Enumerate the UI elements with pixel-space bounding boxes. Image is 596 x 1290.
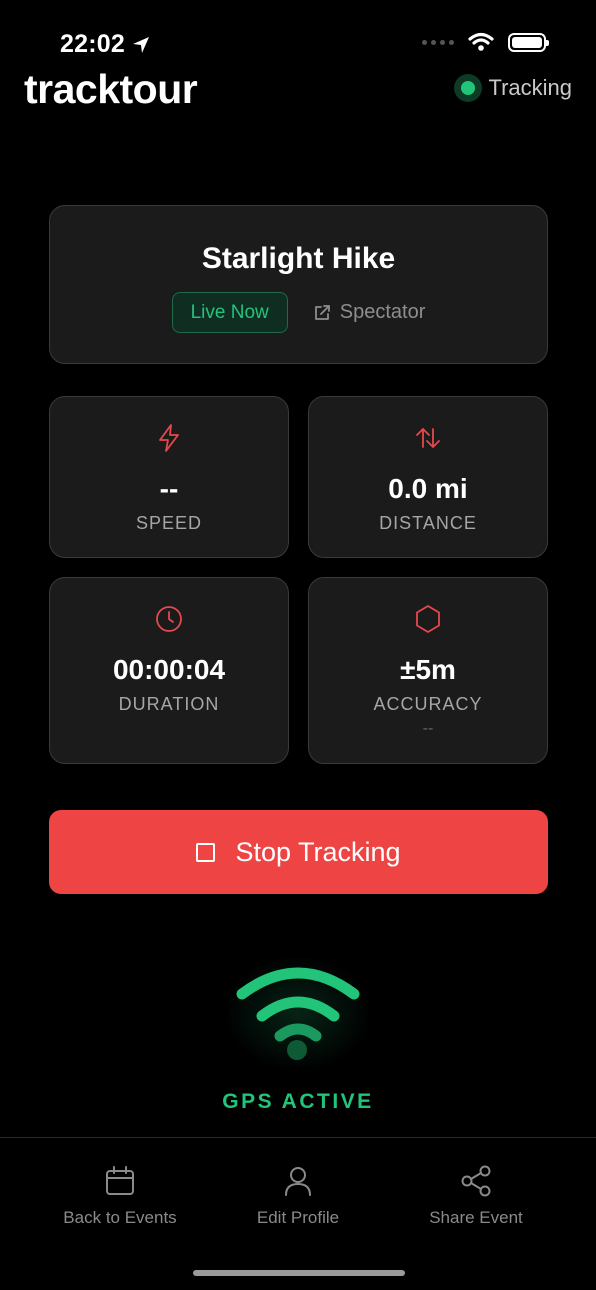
arrows-swap-icon: [416, 428, 440, 448]
location-arrow-icon: [132, 36, 149, 53]
external-link-icon: [314, 304, 330, 320]
status-time: 22:02: [60, 30, 151, 59]
bottom-tab-bar: Back to Events Edit Profile Share Event: [0, 1137, 596, 1290]
tracking-status-dot-icon: [454, 74, 483, 102]
calendar-icon: [106, 1166, 134, 1195]
status-bar: 22:02: [0, 0, 596, 70]
tab-back-to-events[interactable]: Back to Events: [30, 1164, 210, 1228]
home-indicator: [193, 1270, 405, 1276]
accuracy-sub: --: [422, 720, 434, 737]
tab-label-edit-profile: Edit Profile: [256, 1208, 340, 1227]
speed-value: --: [159, 473, 179, 504]
lightning-icon: [159, 424, 179, 452]
spectator-link[interactable]: Spectator: [312, 301, 426, 324]
stat-card-distance: 0.0 mi DISTANCE: [308, 396, 548, 558]
stat-card-speed: -- SPEED: [49, 396, 289, 558]
clock-icon: [156, 606, 182, 632]
user-icon: [285, 1167, 311, 1196]
gps-active-label: GPS ACTIVE: [222, 1090, 374, 1113]
stop-tracking-button[interactable]: Stop Tracking: [49, 810, 548, 894]
event-card: Starlight Hike Live Now Spectator: [49, 205, 548, 364]
accuracy-label: ACCURACY: [373, 694, 483, 714]
stop-tracking-label: Stop Tracking: [235, 836, 401, 867]
event-meta-row: Live Now Spectator: [50, 292, 547, 333]
tracking-indicator: Tracking: [454, 74, 572, 102]
duration-label: DURATION: [118, 694, 220, 714]
stat-card-accuracy: ±5m ACCURACY --: [308, 577, 548, 764]
share-icon: [461, 1165, 491, 1197]
event-title: Starlight Hike: [201, 242, 396, 275]
stop-square-icon: [196, 842, 216, 862]
status-time-text: 22:02: [60, 30, 125, 58]
tab-share-event[interactable]: Share Event: [386, 1164, 566, 1228]
tab-edit-profile[interactable]: Edit Profile: [208, 1164, 388, 1228]
tracking-label: Tracking: [488, 75, 572, 100]
battery-icon: [508, 32, 549, 52]
signal-dots-icon: [422, 39, 454, 45]
wifi-icon: [468, 32, 494, 51]
distance-label: DISTANCE: [379, 513, 477, 533]
status-right: [422, 32, 549, 52]
stat-card-duration: 00:00:04 DURATION: [49, 577, 289, 764]
tab-label-share-event: Share Event: [429, 1208, 523, 1227]
app-logo: tracktour: [24, 66, 198, 112]
spectator-label: Spectator: [339, 301, 426, 323]
duration-value: 00:00:04: [112, 654, 226, 685]
accuracy-value: ±5m: [400, 654, 456, 685]
gps-wifi-icon: [236, 967, 360, 1060]
distance-value: 0.0 mi: [388, 473, 468, 504]
live-now-badge: Live Now: [171, 292, 288, 333]
hexagon-icon: [416, 605, 440, 633]
speed-label: SPEED: [135, 513, 203, 533]
tab-label-back-to-events: Back to Events: [63, 1208, 177, 1227]
